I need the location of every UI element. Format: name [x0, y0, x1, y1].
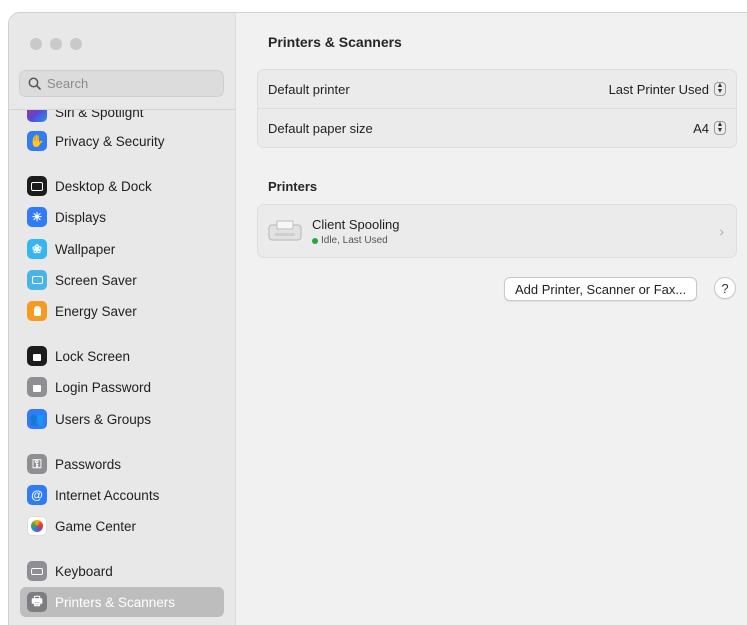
close-window-button[interactable] — [30, 38, 42, 50]
printer-name: Client Spooling — [312, 217, 400, 232]
game-center-icon — [27, 516, 47, 536]
printer-status: Idle, Last Used — [312, 235, 388, 246]
printer-icon: 🖶 — [27, 592, 47, 612]
sidebar-item-label: Displays — [55, 209, 107, 225]
default-paper-size-select[interactable]: A4 ▲ ▼ — [693, 121, 726, 136]
sidebar-item-label: Login Password — [55, 379, 152, 395]
printer-list-item[interactable]: Client Spooling Idle, Last Used › — [257, 204, 737, 258]
sidebar-item-keyboard[interactable]: Keyboard — [20, 556, 224, 586]
sidebar-item-printers-scanners[interactable]: 🖶 Printers & Scanners — [20, 587, 224, 617]
at-icon: @ — [27, 485, 47, 505]
sidebar-item-label: Printers & Scanners — [55, 594, 176, 610]
sidebar-list: Siri & Spotlight ✋ Privacy & Security De… — [9, 110, 235, 625]
page-title: Printers & Scanners — [268, 34, 402, 50]
sidebar-item-label: Users & Groups — [55, 411, 152, 427]
default-printer-row: Default printer Last Printer Used ▲ ▼ — [258, 70, 736, 108]
users-icon: 👥 — [27, 409, 47, 429]
sidebar-item-label: Screen Saver — [55, 272, 137, 288]
sidebar: Search Siri & Spotlight ✋ Privacy & Secu… — [9, 13, 236, 625]
search-placeholder: Search — [47, 76, 89, 91]
search-icon — [28, 77, 41, 90]
sidebar-item-label: Wallpaper — [55, 241, 116, 257]
chevron-up-down-icon: ▲ ▼ — [714, 121, 726, 135]
search-field[interactable]: Search — [19, 70, 224, 97]
chevron-right-icon: › — [719, 223, 724, 239]
sidebar-item-siri[interactable]: Siri & Spotlight — [20, 110, 224, 127]
printer-device-icon — [268, 220, 302, 241]
default-settings-card: Default printer Last Printer Used ▲ ▼ Def… — [257, 69, 737, 148]
sidebar-item-desktop-dock[interactable]: Desktop & Dock — [20, 171, 224, 201]
chevron-up-down-icon: ▲ ▼ — [714, 82, 726, 96]
key-icon: ⚿ — [27, 454, 47, 474]
hand-icon: ✋ — [27, 131, 47, 151]
sidebar-item-passwords[interactable]: ⚿ Passwords — [20, 449, 224, 479]
keyboard-icon — [27, 561, 47, 581]
sidebar-item-game-center[interactable]: Game Center — [20, 511, 224, 541]
sidebar-item-label: Siri & Spotlight — [55, 110, 144, 120]
sidebar-item-privacy-security[interactable]: ✋ Privacy & Security — [20, 126, 224, 156]
screen-saver-icon — [27, 270, 47, 290]
sidebar-item-label: Passwords — [55, 456, 122, 472]
sidebar-item-label: Privacy & Security — [55, 133, 165, 149]
default-printer-label: Default printer — [268, 81, 350, 97]
default-paper-size-label: Default paper size — [268, 120, 373, 136]
sidebar-item-users-groups[interactable]: 👥 Users & Groups — [20, 404, 224, 434]
sidebar-item-displays[interactable]: ☀ Displays — [20, 202, 224, 232]
sidebar-item-label: Desktop & Dock — [55, 178, 152, 194]
printers-heading: Printers — [268, 179, 318, 194]
add-printer-button[interactable]: Add Printer, Scanner or Fax... — [504, 277, 698, 301]
sidebar-item-label: Game Center — [55, 518, 137, 534]
default-printer-value: Last Printer Used — [608, 81, 709, 97]
sidebar-item-label: Energy Saver — [55, 303, 137, 319]
sidebar-item-energy-saver[interactable]: Energy Saver — [20, 296, 224, 326]
sidebar-item-label: Keyboard — [55, 563, 113, 579]
main-pane: Printers & Scanners Default printer Last… — [236, 13, 747, 625]
minimize-window-button[interactable] — [50, 38, 62, 50]
status-dot — [312, 237, 318, 244]
sidebar-item-wallpaper[interactable]: ❀ Wallpaper — [20, 234, 224, 264]
sun-icon: ☀ — [27, 207, 47, 227]
zoom-window-button[interactable] — [70, 38, 82, 50]
default-printer-select[interactable]: Last Printer Used ▲ ▼ — [609, 82, 726, 97]
sidebar-item-screen-saver[interactable]: Screen Saver — [20, 265, 224, 295]
dock-icon — [27, 176, 47, 196]
sidebar-item-label: Lock Screen — [55, 348, 131, 364]
sidebar-item-login-password[interactable]: Login Password — [20, 372, 224, 402]
siri-icon — [27, 110, 47, 122]
sidebar-item-label: Internet Accounts — [55, 487, 160, 503]
default-paper-size-row: Default paper size A4 ▲ ▼ — [258, 108, 736, 147]
sidebar-item-internet-accounts[interactable]: @ Internet Accounts — [20, 480, 224, 510]
default-paper-size-value: A4 — [693, 120, 709, 136]
settings-window: Search Siri & Spotlight ✋ Privacy & Secu… — [8, 12, 747, 625]
lock-small-icon — [27, 377, 47, 397]
bulb-icon — [27, 301, 47, 321]
help-button[interactable]: ? — [714, 277, 736, 299]
flower-icon: ❀ — [27, 239, 47, 259]
lock-icon — [27, 346, 47, 366]
window-controls — [30, 38, 82, 50]
sidebar-item-lock-screen[interactable]: Lock Screen — [20, 341, 224, 371]
printer-status-text: Idle, Last Used — [321, 235, 388, 246]
